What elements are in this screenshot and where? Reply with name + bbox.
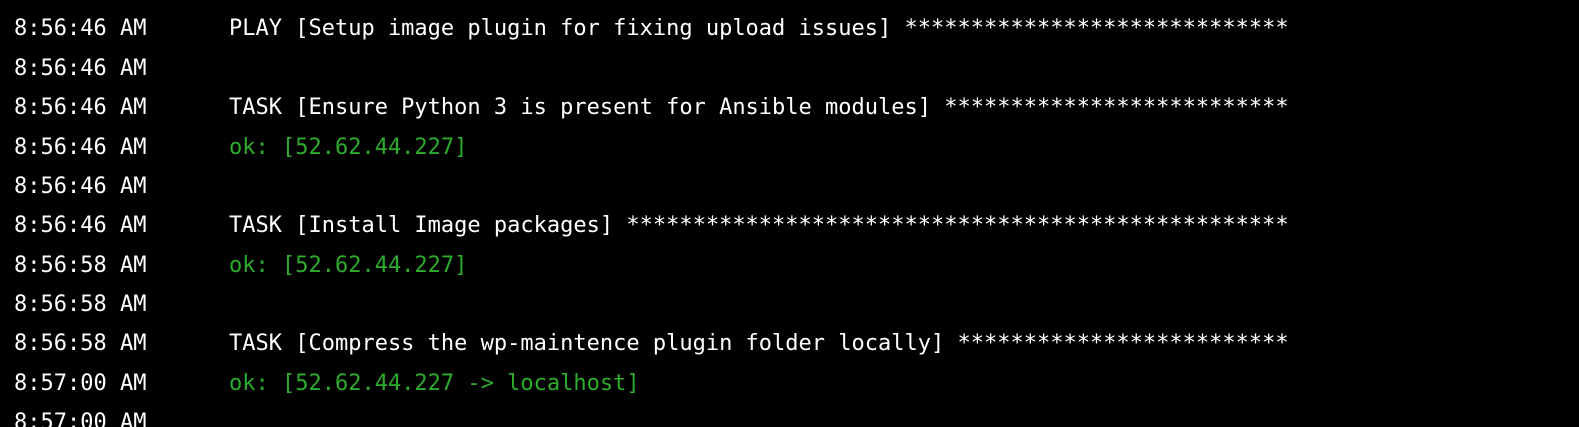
log-line: 8:56:58 AM ok: [52.62.44.227] xyxy=(0,246,1579,285)
log-line: 8:56:46 AM xyxy=(0,49,1579,88)
log-timestamp: 8:57:00 AM xyxy=(14,410,147,427)
log-timestamp: 8:56:46 AM xyxy=(14,95,147,120)
log-message: PLAY [Setup image plugin for fixing uplo… xyxy=(229,16,1289,41)
console-log: 8:56:46 AM PLAY [Setup image plugin for … xyxy=(0,0,1579,427)
log-message: TASK [Compress the wp-maintence plugin f… xyxy=(229,331,1289,356)
log-line: 8:56:58 AM xyxy=(0,285,1579,324)
log-line: 8:56:46 AM PLAY [Setup image plugin for … xyxy=(0,9,1579,48)
log-message: TASK [Install Image packages] **********… xyxy=(229,213,1289,238)
log-message-ok: ok: [52.62.44.227] xyxy=(229,253,468,278)
log-timestamp: 8:56:46 AM xyxy=(14,56,147,81)
log-message-ok: ok: [52.62.44.227 -> localhost] xyxy=(229,371,640,396)
log-line: 8:56:46 AM ok: [52.62.44.227] xyxy=(0,128,1579,167)
log-timestamp: 8:56:58 AM xyxy=(14,253,147,278)
log-timestamp: 8:56:46 AM xyxy=(14,16,147,41)
log-line: 8:56:46 AM xyxy=(0,167,1579,206)
log-timestamp: 8:57:00 AM xyxy=(14,371,147,396)
log-line: 8:56:46 AM TASK [Install Image packages]… xyxy=(0,206,1579,245)
log-line: 8:56:46 AM TASK [Ensure Python 3 is pres… xyxy=(0,88,1579,127)
log-timestamp: 8:56:46 AM xyxy=(14,174,147,199)
log-timestamp: 8:56:58 AM xyxy=(14,331,147,356)
log-timestamp: 8:56:58 AM xyxy=(14,292,147,317)
log-line: 8:56:58 AM TASK [Compress the wp-mainten… xyxy=(0,324,1579,363)
log-line: 8:57:00 AM xyxy=(0,403,1579,427)
log-line: 8:57:00 AM ok: [52.62.44.227 -> localhos… xyxy=(0,364,1579,403)
log-message-ok: ok: [52.62.44.227] xyxy=(229,135,468,160)
log-message: TASK [Ensure Python 3 is present for Ans… xyxy=(229,95,1289,120)
log-timestamp: 8:56:46 AM xyxy=(14,135,147,160)
log-timestamp: 8:56:46 AM xyxy=(14,213,147,238)
